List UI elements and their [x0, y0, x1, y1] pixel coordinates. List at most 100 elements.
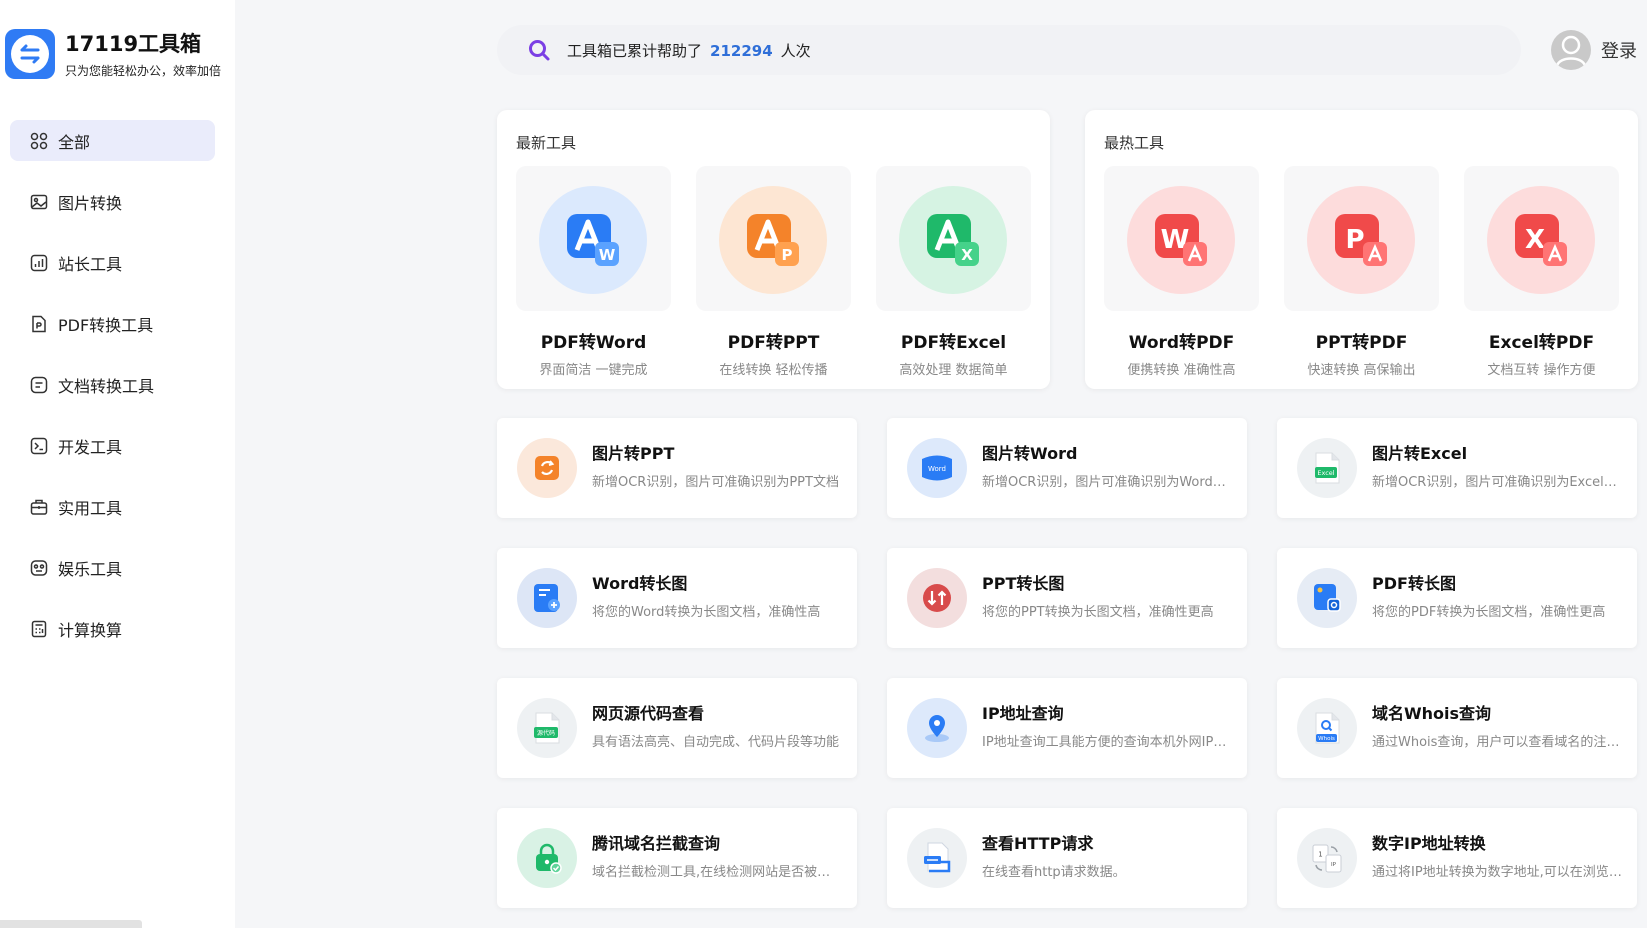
card-title: 域名Whois查询 [1372, 704, 1492, 723]
feature-name: Excel转PDF [1488, 333, 1595, 353]
hottest-tools-panel: 最热工具 W Word转PDF 便携转换 准确性高 P PPT转PDF 快速转换… [1085, 110, 1638, 389]
badge-text: Excel [1317, 469, 1334, 477]
help-counter-suffix: 人次 [780, 41, 811, 60]
card-title: 图片转Word [982, 444, 1078, 463]
card-desc: 新增OCR识别，图片可准确识别为PPT文档 [592, 475, 839, 490]
feature-desc: 文档互转 操作方便 [1487, 363, 1596, 378]
tool-card-pdf-to-long-image[interactable]: PDF转长图 将您的PDF转换为长图文档，准确性更高 [1277, 548, 1637, 648]
brand[interactable]: 17119工具箱 只为您能轻松办公，效率加倍 [5, 28, 230, 84]
feature-pdf-to-excel[interactable]: X PDF转Excel 高效处理 数据简单 [876, 166, 1031, 378]
tool-card-source-code[interactable]: 源代码 网页源代码查看 具有语法高亮、自动完成、代码片段等功能 [497, 678, 857, 778]
card-desc: 具有语法高亮、自动完成、代码片段等功能 [592, 735, 840, 750]
card-desc: 通过将IP地址转换为数字地址,可以在浏览器中访问 [1372, 865, 1622, 880]
ppt-to-pdf-icon: P [1307, 186, 1415, 294]
latest-tools-panel: 最新工具 W PDF转Word 界面简洁 一键完成 P PDF转PPT 在线转换… [497, 110, 1050, 389]
svg-text:W: W [599, 246, 616, 264]
document-icon [30, 376, 48, 394]
tool-card-ppt-to-long-image[interactable]: PPT转长图 将您的PPT转换为长图文档，准确性更高 [887, 548, 1247, 648]
sidebar-item-webmaster[interactable]: 站长工具 [10, 242, 215, 283]
search-icon[interactable] [527, 38, 551, 62]
user-login[interactable]: 登录 [1551, 29, 1637, 71]
sidebar-item-label: 实用工具 [58, 498, 123, 518]
card-desc: 新增OCR识别，图片可准确识别为Excel文档 [1372, 475, 1622, 490]
grid-icon [30, 132, 48, 150]
tool-card-word-to-long-image[interactable]: Word转长图 将您的Word转换为长图文档，准确性高 [497, 548, 857, 648]
location-pin-icon [907, 698, 967, 758]
feature-desc: 在线转换 轻松传播 [719, 363, 828, 378]
card-desc: 将您的Word转换为长图文档，准确性高 [592, 605, 821, 620]
lock-icon [517, 828, 577, 888]
svg-text:P: P [1345, 225, 1364, 255]
feature-desc: 便携转换 准确性高 [1127, 363, 1236, 378]
tool-card-http-request[interactable]: 查看HTTP请求 在线查看http请求数据。 [887, 808, 1247, 908]
tool-card-whois[interactable]: Whois 域名Whois查询 通过Whois查询，用户可以查看域名的注册信息 [1277, 678, 1637, 778]
pdf-to-ppt-icon: P [719, 186, 827, 294]
card-desc: 将您的PDF转换为长图文档，准确性更高 [1372, 605, 1606, 620]
card-title: 查看HTTP请求 [982, 834, 1094, 853]
card-title: PPT转长图 [982, 574, 1065, 593]
card-title: IP地址查询 [982, 704, 1064, 723]
card-desc: 通过Whois查询，用户可以查看域名的注册信息 [1372, 735, 1622, 750]
brand-name: 17119工具箱 [65, 32, 202, 56]
tool-card-domain-block-check[interactable]: 腾讯域名拦截查询 域名拦截检测工具,在线检测网站是否被拦截 [497, 808, 857, 908]
word-to-pdf-icon: W [1127, 186, 1235, 294]
sidebar-item-pdf[interactable]: PDF转换工具 [10, 303, 215, 344]
avatar[interactable] [1551, 30, 1591, 70]
http-request-icon [907, 828, 967, 888]
help-counter-prefix: 工具箱已累计帮助了 [567, 41, 703, 60]
calculator-icon [30, 620, 48, 638]
card-desc: 域名拦截检测工具,在线检测网站是否被拦截 [592, 865, 842, 880]
sidebar-item-entertainment[interactable]: 娱乐工具 [10, 547, 215, 588]
login-link[interactable]: 登录 [1601, 37, 1637, 63]
card-title: Word转长图 [592, 574, 688, 593]
card-desc: 新增OCR识别，图片可准确识别为Word文档 [982, 475, 1232, 490]
sidebar-scrollbar[interactable] [0, 920, 142, 928]
sidebar-item-label: 站长工具 [58, 254, 123, 274]
feature-desc: 快速转换 高保输出 [1307, 363, 1416, 378]
feature-pdf-to-ppt[interactable]: P PDF转PPT 在线转换 轻松传播 [696, 166, 851, 378]
feature-name: PDF转PPT [727, 333, 820, 353]
sidebar-item-dev[interactable]: 开发工具 [10, 425, 215, 466]
sidebar-item-all[interactable]: 全部 [10, 120, 215, 161]
pdf-to-long-image-icon [1297, 568, 1357, 628]
toolbox-icon [30, 498, 48, 516]
sidebar-item-calculator[interactable]: 计算换算 [10, 608, 215, 649]
terminal-icon [30, 437, 48, 455]
tool-card-image-to-word[interactable]: Word 图片转Word 新增OCR识别，图片可准确识别为Word文档 [887, 418, 1247, 518]
help-counter-text: 工具箱已累计帮助了 212294 人次 [567, 40, 811, 61]
feature-name: PDF转Excel [900, 333, 1007, 353]
pdf-icon [30, 315, 48, 333]
image-to-ppt-icon [517, 438, 577, 498]
feature-name: PDF转Word [540, 333, 647, 353]
card-title: 数字IP地址转换 [1372, 834, 1486, 853]
feature-ppt-to-pdf[interactable]: P PPT转PDF 快速转换 高保输出 [1284, 166, 1439, 378]
game-icon [30, 559, 48, 577]
image-to-excel-icon: Excel [1297, 438, 1357, 498]
feature-pdf-to-word[interactable]: W PDF转Word 界面简洁 一键完成 [516, 166, 671, 378]
sidebar-item-utility[interactable]: 实用工具 [10, 486, 215, 527]
card-title: 图片转Excel [1372, 444, 1468, 463]
card-title: 网页源代码查看 [592, 704, 705, 723]
chart-icon [30, 254, 48, 272]
feature-word-to-pdf[interactable]: W Word转PDF 便携转换 准确性高 [1104, 166, 1259, 378]
ppt-to-long-image-icon [907, 568, 967, 628]
pdf-to-word-icon: W [539, 186, 647, 294]
tool-card-image-to-excel[interactable]: Excel 图片转Excel 新增OCR识别，图片可准确识别为Excel文档 [1277, 418, 1637, 518]
card-desc: 在线查看http请求数据。 [982, 865, 1126, 880]
feature-name: PPT转PDF [1315, 333, 1408, 353]
card-title: PDF转长图 [1372, 574, 1456, 593]
card-desc: 将您的PPT转换为长图文档，准确性更高 [982, 605, 1214, 620]
sidebar-item-label: 娱乐工具 [58, 559, 123, 579]
sidebar-item-document[interactable]: 文档转换工具 [10, 364, 215, 405]
feature-excel-to-pdf[interactable]: X Excel转PDF 文档互转 操作方便 [1464, 166, 1619, 378]
search-bar[interactable]: 工具箱已累计帮助了 212294 人次 [497, 25, 1521, 75]
tool-card-ip-lookup[interactable]: IP地址查询 IP地址查询工具能方便的查询本机外网IP地址 [887, 678, 1247, 778]
card-desc: IP地址查询工具能方便的查询本机外网IP地址 [982, 735, 1232, 750]
tool-card-image-to-ppt[interactable]: 图片转PPT 新增OCR识别，图片可准确识别为PPT文档 [497, 418, 857, 518]
brand-tagline: 只为您能轻松办公，效率加倍 [65, 64, 222, 78]
whois-icon: Whois [1297, 698, 1357, 758]
card-title: 腾讯域名拦截查询 [592, 834, 721, 853]
sidebar-item-image-convert[interactable]: 图片转换 [10, 181, 215, 222]
tool-card-ip-number-convert[interactable]: 1 IP 数字IP地址转换 通过将IP地址转换为数字地址,可以在浏览器中访问 [1277, 808, 1637, 908]
sidebar: 17119工具箱 只为您能轻松办公，效率加倍 全部 图片转换 站长工具 PDF转… [0, 0, 235, 928]
